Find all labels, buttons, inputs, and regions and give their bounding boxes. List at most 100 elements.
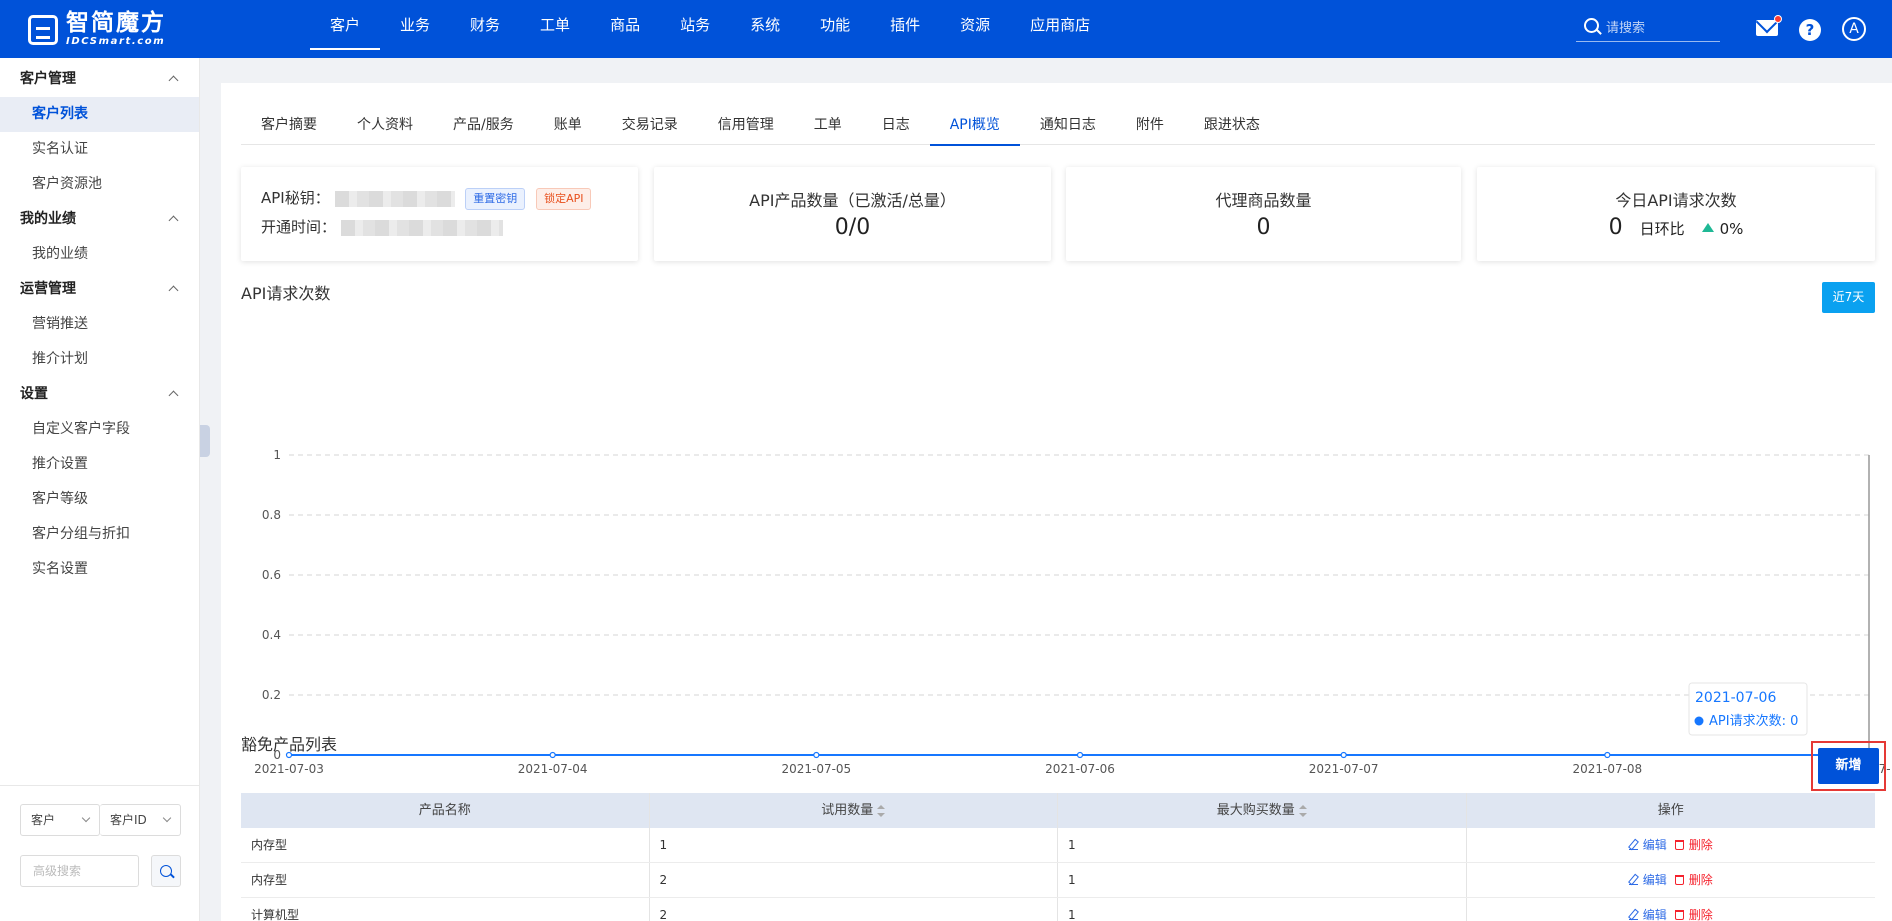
data-point	[549, 751, 556, 759]
trend-up-icon	[1701, 223, 1714, 232]
tab[interactable]: 跟进状态	[1184, 107, 1280, 145]
top-bar: 智简魔方 IDCSmart.com 客户 业务 财务 工单 商品 站务 系统 功能 插件 资源 应用…	[0, 0, 1892, 58]
cell-actions: 编辑 删除	[1467, 863, 1876, 897]
help-icon[interactable]: ?	[1799, 19, 1821, 41]
cell-name: 内存型	[241, 828, 650, 862]
top-nav-item[interactable]: 资源	[940, 0, 1010, 58]
tab[interactable]: 个人资料	[337, 107, 433, 145]
sidebar-item[interactable]: 客户等级	[0, 482, 199, 517]
sidebar-group-title[interactable]: 客户管理	[0, 62, 199, 97]
range-7-days-button[interactable]: 近7天	[1822, 282, 1875, 313]
tab[interactable]: 客户摘要	[241, 107, 337, 145]
tab[interactable]: 信用管理	[698, 107, 794, 145]
data-point	[813, 751, 820, 759]
sidebar-item[interactable]: 客户分组与折扣	[0, 517, 199, 552]
tab[interactable]: 交易记录	[602, 107, 698, 145]
top-nav-item[interactable]: 商品	[590, 0, 660, 58]
table-header: 产品名称 试用数量 最大购买数量 操作	[241, 793, 1875, 828]
search-icon	[160, 865, 172, 877]
top-nav-item[interactable]: 插件	[870, 0, 940, 58]
top-nav-item[interactable]: 站务	[660, 0, 730, 58]
edit-icon	[1628, 875, 1638, 885]
x-tick-label: 2021-07-05	[781, 762, 851, 775]
sidebar-item[interactable]: 推介设置	[0, 447, 199, 482]
sidebar-item[interactable]: 实名设置	[0, 552, 199, 587]
free-products-title: 豁免产品列表	[241, 735, 338, 754]
top-nav-item[interactable]: 财务	[450, 0, 520, 58]
sidebar-item[interactable]: 营销推送	[0, 307, 199, 342]
sort-icon[interactable]	[1298, 804, 1307, 817]
sidebar-item[interactable]: 实名认证	[0, 132, 199, 167]
open-time-label: 开通时间：	[261, 218, 337, 236]
tab[interactable]: 账单	[534, 107, 602, 145]
sidebar-group-title[interactable]: 我的业绩	[0, 202, 199, 237]
y-tick-label: 0.4	[262, 628, 281, 642]
trash-icon	[1674, 840, 1684, 850]
brand-name-en: IDCSmart.com	[66, 36, 166, 47]
search-input[interactable]: 请搜索	[1606, 17, 1645, 36]
sidebar-group-title[interactable]: 运营管理	[0, 272, 199, 307]
trash-icon	[1674, 875, 1684, 885]
top-nav-item[interactable]: 系统	[730, 0, 800, 58]
global-search[interactable]: 请搜索	[1576, 12, 1720, 42]
sidebar-item[interactable]: 客户资源池	[0, 167, 199, 202]
advanced-search-input[interactable]: 高级搜索	[20, 855, 139, 887]
brand-logo[interactable]: 智简魔方 IDCSmart.com	[28, 12, 166, 47]
reset-key-button[interactable]: 重置密钥	[465, 187, 526, 210]
sidebar-divider	[0, 785, 200, 786]
add-button[interactable]: 新增	[1818, 748, 1879, 784]
top-nav-item[interactable]: 应用商店	[1010, 0, 1110, 58]
cell-actions: 编辑 删除	[1467, 898, 1876, 921]
cell-max: 1	[1058, 828, 1467, 862]
sidebar-group-title[interactable]: 设置	[0, 377, 199, 412]
top-nav-item[interactable]: 功能	[800, 0, 870, 58]
sort-icon[interactable]	[877, 804, 886, 817]
api-key-card: API秘钥： 重置密钥 锁定API 开通时间：	[241, 167, 638, 261]
edit-button[interactable]: 编辑	[1628, 908, 1667, 921]
tab[interactable]: API概览	[929, 107, 1021, 146]
today-requests-card: 今日API请求次数 0 日环比 0%	[1477, 167, 1875, 261]
chart-title: API请求次数	[241, 284, 331, 303]
sidebar-item[interactable]: 我的业绩	[0, 237, 199, 272]
agent-product-count-value: 0	[1256, 215, 1271, 240]
avatar[interactable]: A	[1842, 17, 1866, 41]
api-secret-value-redacted	[334, 190, 455, 207]
filter-field-select[interactable]: 客户ID	[100, 804, 181, 836]
today-requests-value: 0	[1608, 215, 1623, 240]
tab[interactable]: 工单	[794, 107, 862, 145]
tab[interactable]: 日志	[862, 107, 930, 145]
sidebar-item[interactable]: 自定义客户字段	[0, 412, 199, 447]
today-requests-title: 今日API请求次数	[1615, 191, 1737, 210]
delete-button[interactable]: 删除	[1674, 908, 1713, 921]
tab[interactable]: 附件	[1116, 107, 1184, 145]
sidebar-item[interactable]: 客户列表	[0, 97, 199, 132]
delete-button[interactable]: 删除	[1674, 873, 1713, 887]
col-trial-qty[interactable]: 试用数量	[650, 793, 1058, 828]
edit-button[interactable]: 编辑	[1628, 838, 1667, 852]
cell-max: 1	[1058, 898, 1467, 921]
table-row: 计算机型 2 1 编辑 删除	[241, 898, 1875, 921]
tab[interactable]: 通知日志	[1020, 107, 1116, 145]
col-max-qty[interactable]: 最大购买数量	[1058, 793, 1467, 828]
top-nav-item[interactable]: 工单	[520, 0, 590, 58]
delete-button[interactable]: 删除	[1674, 838, 1713, 852]
edit-button[interactable]: 编辑	[1628, 873, 1667, 887]
sidebar-item[interactable]: 推介计划	[0, 342, 199, 377]
mail-icon[interactable]	[1756, 15, 1782, 36]
tooltip-date: 2021-07-06	[1695, 690, 1776, 706]
sidebar-collapse-handle[interactable]	[200, 425, 210, 457]
y-tick-label: 0.6	[262, 568, 281, 582]
top-nav-item[interactable]: 客户	[310, 0, 381, 58]
day-over-day-value: 0%	[1719, 220, 1744, 238]
lock-api-button[interactable]: 锁定API	[536, 187, 592, 210]
filter-type-select[interactable]: 客户	[20, 804, 100, 836]
edit-icon	[1628, 840, 1638, 850]
y-tick-label: 0.2	[262, 688, 281, 702]
chevron-up-icon	[168, 390, 179, 401]
tab[interactable]: 产品/服务	[433, 107, 534, 145]
top-nav-item[interactable]: 业务	[380, 0, 450, 58]
api-product-count-value: 0/0	[834, 215, 871, 240]
brand-name-cn: 智简魔方	[66, 10, 166, 36]
advanced-search-button[interactable]	[151, 855, 181, 887]
agent-product-count-card: 代理商品数量 0	[1066, 167, 1461, 261]
